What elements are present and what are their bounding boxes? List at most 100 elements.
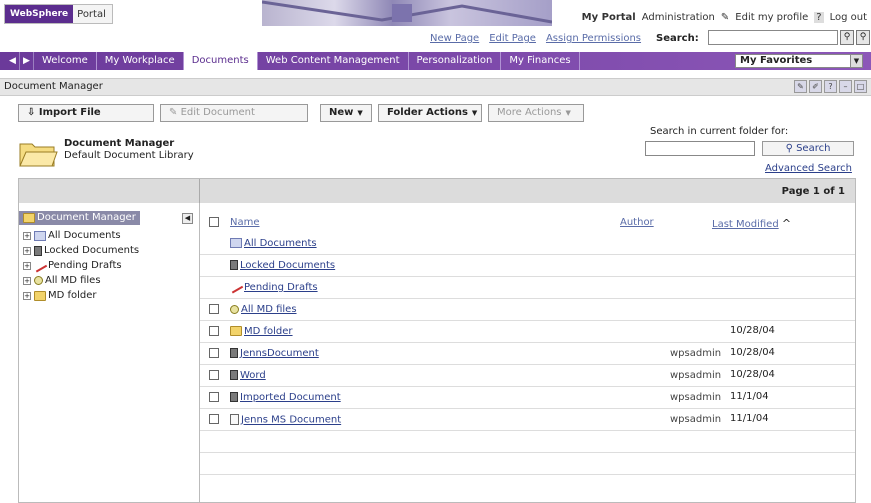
- row-name-link[interactable]: JennsDocument: [240, 348, 319, 359]
- nav-right-arrow-icon[interactable]: ▶: [20, 52, 34, 70]
- my-portal-link[interactable]: My Portal: [582, 12, 636, 23]
- administration-link[interactable]: Administration: [642, 12, 715, 23]
- row-checkbox[interactable]: [209, 370, 219, 380]
- folder-search-button[interactable]: ⚲ Search: [762, 141, 854, 156]
- table-row[interactable]: Imported Document wpsadmin 11/1/04: [200, 387, 855, 409]
- expand-icon[interactable]: +: [23, 276, 31, 285]
- select-all-checkbox[interactable]: [209, 217, 219, 227]
- tree-root[interactable]: Document Manager: [19, 211, 140, 225]
- folder-actions-label: Folder Actions: [387, 107, 468, 118]
- folder-actions-button[interactable]: Folder Actions ▼: [378, 104, 482, 122]
- search-icon[interactable]: ⚲: [840, 30, 854, 45]
- tab-my-finances[interactable]: My Finances: [501, 52, 580, 70]
- help-icon[interactable]: ?: [824, 80, 837, 93]
- row-name-link[interactable]: Pending Drafts: [244, 282, 318, 293]
- new-button[interactable]: New ▼: [320, 104, 372, 122]
- column-header-last-modified[interactable]: Last Modified ^: [712, 217, 791, 230]
- table-row[interactable]: Locked Documents: [200, 255, 855, 277]
- row-name[interactable]: Word: [230, 370, 266, 381]
- edit-icon[interactable]: ✎: [794, 80, 807, 93]
- row-author: wpsadmin: [670, 370, 722, 381]
- assign-permissions-link[interactable]: Assign Permissions: [546, 33, 641, 44]
- row-name[interactable]: Jenns MS Document: [230, 414, 341, 426]
- tab-web-content-management[interactable]: Web Content Management: [258, 52, 409, 70]
- row-author: wpsadmin: [670, 414, 722, 425]
- row-checkbox[interactable]: [209, 304, 219, 314]
- tab-welcome[interactable]: Welcome: [34, 52, 97, 70]
- table-row[interactable]: MD folder 10/28/04: [200, 321, 855, 343]
- import-file-button[interactable]: ⇩ Import File: [18, 104, 154, 122]
- edit-document-button[interactable]: ✎ Edit Document: [160, 104, 308, 122]
- logo-product: Portal: [77, 8, 106, 20]
- expand-icon[interactable]: +: [23, 246, 31, 255]
- row-name-link[interactable]: All MD files: [241, 304, 297, 315]
- maximize-icon[interactable]: □: [854, 80, 867, 93]
- sort-by-author-link[interactable]: Author: [620, 217, 654, 228]
- column-header-name[interactable]: Name: [230, 217, 260, 228]
- portal-search-input[interactable]: [708, 30, 838, 45]
- new-page-link[interactable]: New Page: [430, 33, 479, 44]
- table-row[interactable]: JennsDocument wpsadmin 10/28/04: [200, 343, 855, 365]
- row-name[interactable]: All Documents: [230, 238, 317, 249]
- advanced-search-icon[interactable]: ⚲: [856, 30, 870, 45]
- folder-search-input[interactable]: [645, 141, 755, 156]
- my-favorites-select[interactable]: My Favorites ▼: [735, 54, 863, 68]
- row-name-link[interactable]: Word: [240, 370, 266, 381]
- tab-personalization[interactable]: Personalization: [409, 52, 502, 70]
- table-row[interactable]: All MD files: [200, 299, 855, 321]
- tab-my-workplace[interactable]: My Workplace: [97, 52, 184, 70]
- row-checkbox[interactable]: [209, 392, 219, 402]
- library-title: Document Manager: [64, 138, 175, 149]
- row-checkbox[interactable]: [209, 414, 219, 424]
- expand-icon[interactable]: +: [23, 231, 31, 240]
- table-row[interactable]: All Documents: [200, 233, 855, 255]
- tree-item-md-folder[interactable]: + MD folder: [23, 290, 97, 301]
- expand-icon[interactable]: +: [23, 261, 31, 270]
- portlet-title: Document Manager: [4, 81, 103, 92]
- table-row[interactable]: Word wpsadmin 10/28/04: [200, 365, 855, 387]
- row-modified: 10/28/04: [730, 347, 775, 358]
- tree-item-all-md-files[interactable]: + All MD files: [23, 275, 101, 286]
- main-navigation: ◀ ▶ Welcome My Workplace Documents Web C…: [0, 52, 871, 70]
- row-name-link[interactable]: Locked Documents: [240, 260, 335, 271]
- documents-icon: [230, 238, 242, 248]
- tree-item-pending-drafts[interactable]: + Pending Drafts: [23, 259, 122, 272]
- tree-item-all-documents[interactable]: + All Documents: [23, 230, 121, 241]
- table-row[interactable]: Pending Drafts: [200, 277, 855, 299]
- minimize-icon[interactable]: –: [839, 80, 852, 93]
- portlet-titlebar: Document Manager ✎ ✐ ? – □: [0, 78, 871, 96]
- row-name-link[interactable]: Jenns MS Document: [241, 415, 341, 426]
- chevron-down-icon: ▼: [471, 109, 478, 117]
- table-row[interactable]: Jenns MS Document wpsadmin 11/1/04: [200, 409, 855, 431]
- edit-page-link[interactable]: Edit Page: [489, 33, 536, 44]
- tree-item-label: All Documents: [48, 230, 121, 241]
- row-name[interactable]: Pending Drafts: [228, 280, 318, 294]
- row-name-link[interactable]: All Documents: [244, 238, 317, 249]
- column-divider: [199, 179, 200, 203]
- row-name-link[interactable]: Imported Document: [240, 392, 341, 403]
- row-name[interactable]: All MD files: [230, 304, 297, 315]
- edit-profile-link[interactable]: Edit my profile: [735, 12, 808, 23]
- column-header-author[interactable]: Author: [620, 217, 654, 228]
- help-link[interactable]: ?: [814, 12, 824, 23]
- row-checkbox[interactable]: [209, 326, 219, 336]
- pencil-icon: [32, 259, 48, 272]
- row-name[interactable]: JennsDocument: [230, 348, 319, 359]
- row-name[interactable]: MD folder: [230, 326, 293, 337]
- nav-left-arrow-icon[interactable]: ◀: [6, 52, 20, 70]
- sort-by-modified-link[interactable]: Last Modified: [712, 219, 779, 230]
- sort-by-name-link[interactable]: Name: [230, 217, 260, 228]
- tree-item-locked-documents[interactable]: + Locked Documents: [23, 245, 139, 256]
- row-name[interactable]: Imported Document: [230, 392, 341, 403]
- row-name-link[interactable]: MD folder: [244, 326, 293, 337]
- chevron-down-icon: ▼: [850, 55, 862, 67]
- advanced-search-link[interactable]: Advanced Search: [765, 163, 852, 174]
- row-name[interactable]: Locked Documents: [230, 260, 335, 271]
- configure-icon[interactable]: ✐: [809, 80, 822, 93]
- collapse-icon[interactable]: ◀: [182, 213, 193, 224]
- expand-icon[interactable]: +: [23, 291, 31, 300]
- more-actions-button[interactable]: More Actions ▼: [488, 104, 584, 122]
- log-out-link[interactable]: Log out: [830, 12, 867, 23]
- row-checkbox[interactable]: [209, 348, 219, 358]
- tab-documents[interactable]: Documents: [183, 52, 258, 70]
